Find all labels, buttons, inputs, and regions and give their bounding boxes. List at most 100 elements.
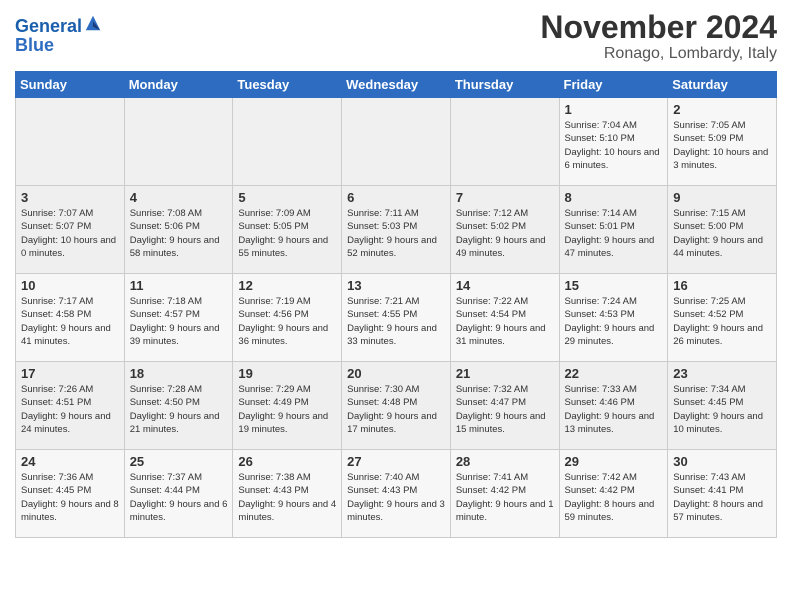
calendar-cell: 24Sunrise: 7:36 AM Sunset: 4:45 PM Dayli… <box>16 450 125 538</box>
day-info: Sunrise: 7:22 AM Sunset: 4:54 PM Dayligh… <box>456 295 554 348</box>
calendar-cell: 23 Sunrise: 7:34 AM Sunset: 4:45 PM Dayli… <box>668 362 777 450</box>
day-number: 16 <box>673 278 771 293</box>
day-info: Sunrise: 7:34 AM Sunset: 4:45 PM Dayligh… <box>673 383 771 436</box>
day-info: Sunrise: 7:36 AM Sunset: 4:45 PM Dayligh… <box>21 471 119 524</box>
day-number: 1 <box>565 102 663 117</box>
day-number: 19 <box>238 366 336 381</box>
weekday-header-sunday: Sunday <box>16 72 125 98</box>
calendar-cell: 20Sunrise: 7:30 AM Sunset: 4:48 PM Dayli… <box>342 362 451 450</box>
day-info: Sunrise: 7:12 AM Sunset: 5:02 PM Dayligh… <box>456 207 554 260</box>
calendar-cell <box>124 98 233 186</box>
day-number: 15 <box>565 278 663 293</box>
day-number: 29 <box>565 454 663 469</box>
day-number: 4 <box>130 190 228 205</box>
calendar-cell: 11 Sunrise: 7:18 AM Sunset: 4:57 PM Dayli… <box>124 274 233 362</box>
day-info: Sunrise: 7:42 AM Sunset: 4:42 PM Dayligh… <box>565 471 663 524</box>
month-title: November 2024 <box>540 10 777 45</box>
day-info: Sunrise: 7:15 AM Sunset: 5:00 PM Dayligh… <box>673 207 771 260</box>
day-info: Sunrise: 7:09 AM Sunset: 5:05 PM Dayligh… <box>238 207 336 260</box>
day-info: Sunrise: 7:05 AM Sunset: 5:09 PM Dayligh… <box>673 119 771 172</box>
day-info: Sunrise: 7:41 AM Sunset: 4:42 PM Dayligh… <box>456 471 554 524</box>
location: Ronago, Lombardy, Italy <box>540 45 777 63</box>
calendar-cell: 30 Sunrise: 7:43 AM Sunset: 4:41 PM Dayli… <box>668 450 777 538</box>
logo: General Blue <box>15 14 102 56</box>
calendar-cell: 26Sunrise: 7:38 AM Sunset: 4:43 PM Dayli… <box>233 450 342 538</box>
calendar-cell: 6 Sunrise: 7:11 AM Sunset: 5:03 PM Daylig… <box>342 186 451 274</box>
header: General Blue November 2024 Ronago, Lomba… <box>15 10 777 63</box>
day-info: Sunrise: 7:19 AM Sunset: 4:56 PM Dayligh… <box>238 295 336 348</box>
calendar-cell <box>342 98 451 186</box>
day-info: Sunrise: 7:11 AM Sunset: 5:03 PM Dayligh… <box>347 207 445 260</box>
day-info: Sunrise: 7:24 AM Sunset: 4:53 PM Dayligh… <box>565 295 663 348</box>
calendar-cell: 19Sunrise: 7:29 AM Sunset: 4:49 PM Dayli… <box>233 362 342 450</box>
calendar-cell: 21 Sunrise: 7:32 AM Sunset: 4:47 PM Dayli… <box>450 362 559 450</box>
day-number: 22 <box>565 366 663 381</box>
calendar-cell: 29 Sunrise: 7:42 AM Sunset: 4:42 PM Dayli… <box>559 450 668 538</box>
day-number: 21 <box>456 366 554 381</box>
calendar-cell: 5 Sunrise: 7:09 AM Sunset: 5:05 PM Daylig… <box>233 186 342 274</box>
day-info: Sunrise: 7:32 AM Sunset: 4:47 PM Dayligh… <box>456 383 554 436</box>
day-number: 9 <box>673 190 771 205</box>
day-number: 28 <box>456 454 554 469</box>
weekday-header-monday: Monday <box>124 72 233 98</box>
day-number: 26 <box>238 454 336 469</box>
day-number: 7 <box>456 190 554 205</box>
calendar: SundayMondayTuesdayWednesdayThursdayFrid… <box>15 71 777 538</box>
day-info: Sunrise: 7:14 AM Sunset: 5:01 PM Dayligh… <box>565 207 663 260</box>
page: General Blue November 2024 Ronago, Lomba… <box>0 0 792 612</box>
calendar-cell: 18 Sunrise: 7:28 AM Sunset: 4:50 PM Dayli… <box>124 362 233 450</box>
day-info: Sunrise: 7:43 AM Sunset: 4:41 PM Dayligh… <box>673 471 771 524</box>
calendar-cell: 16 Sunrise: 7:25 AM Sunset: 4:52 PM Dayli… <box>668 274 777 362</box>
calendar-cell <box>233 98 342 186</box>
title-area: November 2024 Ronago, Lombardy, Italy <box>540 10 777 63</box>
logo-blue: Blue <box>15 35 102 56</box>
calendar-cell <box>16 98 125 186</box>
calendar-cell: 7 Sunrise: 7:12 AM Sunset: 5:02 PM Daylig… <box>450 186 559 274</box>
day-info: Sunrise: 7:17 AM Sunset: 4:58 PM Dayligh… <box>21 295 119 348</box>
calendar-cell: 8 Sunrise: 7:14 AM Sunset: 5:01 PM Daylig… <box>559 186 668 274</box>
day-number: 14 <box>456 278 554 293</box>
day-number: 30 <box>673 454 771 469</box>
calendar-cell: 25 Sunrise: 7:37 AM Sunset: 4:44 PM Dayli… <box>124 450 233 538</box>
day-number: 13 <box>347 278 445 293</box>
calendar-cell: 13 Sunrise: 7:21 AM Sunset: 4:55 PM Dayli… <box>342 274 451 362</box>
day-info: Sunrise: 7:18 AM Sunset: 4:57 PM Dayligh… <box>130 295 228 348</box>
weekday-header-tuesday: Tuesday <box>233 72 342 98</box>
calendar-cell: 3 Sunrise: 7:07 AM Sunset: 5:07 PM Daylig… <box>16 186 125 274</box>
calendar-cell <box>450 98 559 186</box>
day-number: 23 <box>673 366 771 381</box>
day-number: 11 <box>130 278 228 293</box>
weekday-header-friday: Friday <box>559 72 668 98</box>
calendar-cell: 1 Sunrise: 7:04 AM Sunset: 5:10 PM Daylig… <box>559 98 668 186</box>
day-number: 18 <box>130 366 228 381</box>
calendar-cell: 2Sunrise: 7:05 AM Sunset: 5:09 PM Daylig… <box>668 98 777 186</box>
calendar-cell: 17Sunrise: 7:26 AM Sunset: 4:51 PM Dayli… <box>16 362 125 450</box>
day-info: Sunrise: 7:40 AM Sunset: 4:43 PM Dayligh… <box>347 471 445 524</box>
day-number: 3 <box>21 190 119 205</box>
logo-text: General <box>15 14 102 35</box>
calendar-cell: 28 Sunrise: 7:41 AM Sunset: 4:42 PM Dayli… <box>450 450 559 538</box>
day-info: Sunrise: 7:28 AM Sunset: 4:50 PM Dayligh… <box>130 383 228 436</box>
weekday-header-thursday: Thursday <box>450 72 559 98</box>
calendar-cell: 9 Sunrise: 7:15 AM Sunset: 5:00 PM Daylig… <box>668 186 777 274</box>
calendar-cell: 15 Sunrise: 7:24 AM Sunset: 4:53 PM Dayli… <box>559 274 668 362</box>
day-number: 8 <box>565 190 663 205</box>
day-info: Sunrise: 7:33 AM Sunset: 4:46 PM Dayligh… <box>565 383 663 436</box>
calendar-cell: 12 Sunrise: 7:19 AM Sunset: 4:56 PM Dayli… <box>233 274 342 362</box>
day-number: 5 <box>238 190 336 205</box>
day-number: 25 <box>130 454 228 469</box>
calendar-cell: 10Sunrise: 7:17 AM Sunset: 4:58 PM Dayli… <box>16 274 125 362</box>
weekday-header-wednesday: Wednesday <box>342 72 451 98</box>
day-info: Sunrise: 7:30 AM Sunset: 4:48 PM Dayligh… <box>347 383 445 436</box>
day-info: Sunrise: 7:07 AM Sunset: 5:07 PM Dayligh… <box>21 207 119 260</box>
calendar-cell: 4Sunrise: 7:08 AM Sunset: 5:06 PM Daylig… <box>124 186 233 274</box>
day-number: 6 <box>347 190 445 205</box>
day-number: 12 <box>238 278 336 293</box>
weekday-header-saturday: Saturday <box>668 72 777 98</box>
day-info: Sunrise: 7:04 AM Sunset: 5:10 PM Dayligh… <box>565 119 663 172</box>
day-info: Sunrise: 7:21 AM Sunset: 4:55 PM Dayligh… <box>347 295 445 348</box>
calendar-cell: 14 Sunrise: 7:22 AM Sunset: 4:54 PM Dayli… <box>450 274 559 362</box>
day-number: 17 <box>21 366 119 381</box>
day-info: Sunrise: 7:25 AM Sunset: 4:52 PM Dayligh… <box>673 295 771 348</box>
day-info: Sunrise: 7:37 AM Sunset: 4:44 PM Dayligh… <box>130 471 228 524</box>
